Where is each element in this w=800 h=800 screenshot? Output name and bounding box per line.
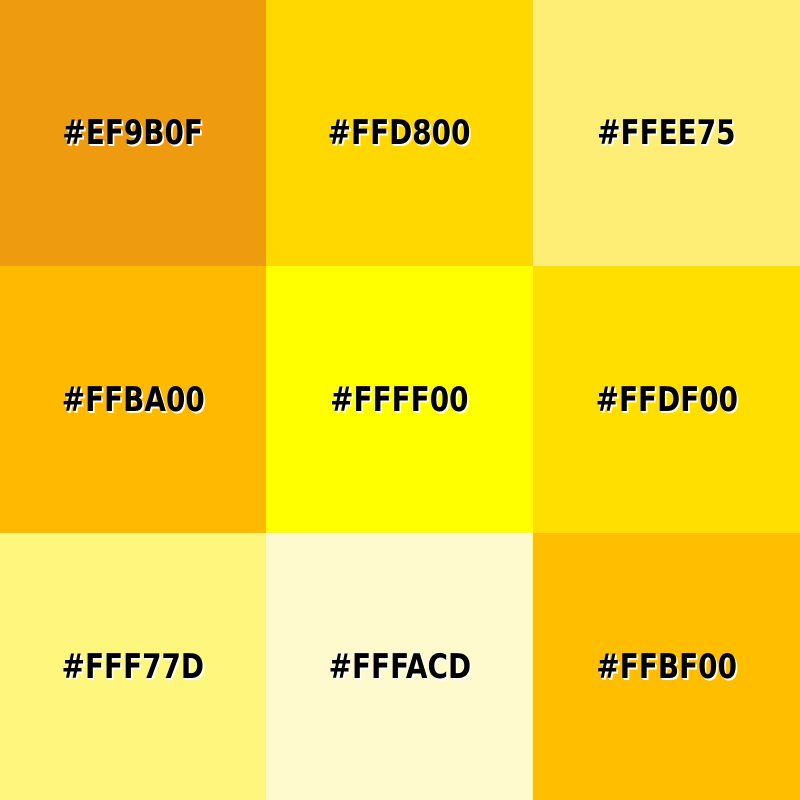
color-swatch: #FFD800 [266,0,533,266]
swatch-hex-label: #EF9B0F [62,113,204,153]
color-swatch: #FFBF00 [533,533,800,800]
color-swatch: #FFFF00 [266,266,533,533]
color-swatch: #FFDF00 [533,266,800,533]
swatch-hex-label: #FFFF00 [330,379,469,420]
swatch-hex-label: #FFDF00 [595,379,738,420]
color-swatch: #FFFACD [266,533,533,800]
swatch-hex-label: #FFD800 [328,113,471,153]
color-swatch: #FFEE75 [533,0,800,266]
color-swatch: #FFF77D [0,533,266,800]
swatch-hex-label: #FFEE75 [597,113,736,153]
color-palette-grid: #EF9B0F #FFD800 #FFEE75 #FFBA00 #FFFF00 … [0,0,800,800]
color-swatch: #FFBA00 [0,266,266,533]
swatch-hex-label: #FFBF00 [596,646,737,687]
color-swatch: #EF9B0F [0,0,266,266]
swatch-hex-label: #FFBA00 [61,379,205,420]
swatch-hex-label: #FFF77D [61,646,205,687]
swatch-hex-label: #FFFACD [328,646,471,687]
